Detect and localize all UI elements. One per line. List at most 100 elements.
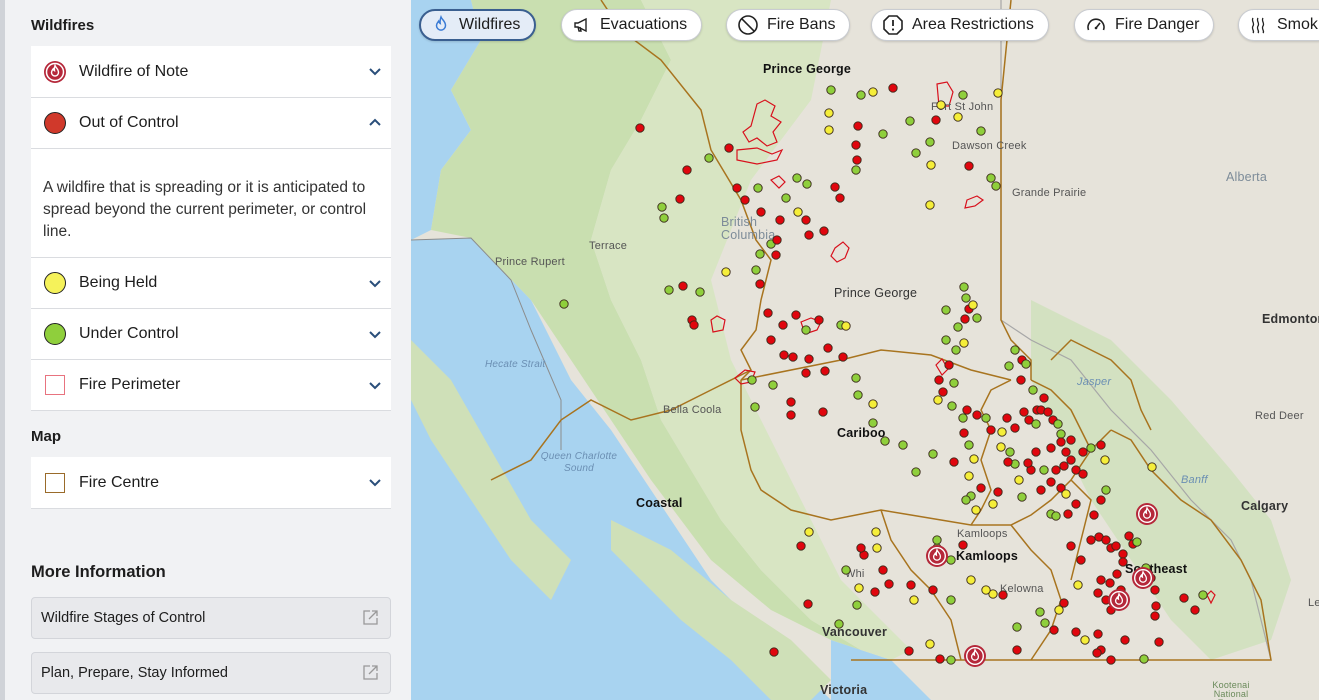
out-of-control-marker[interactable] — [962, 405, 972, 415]
being-held-marker[interactable] — [959, 338, 969, 348]
out-of-control-marker[interactable] — [756, 207, 766, 217]
being-held-marker[interactable] — [721, 267, 731, 277]
under-control-marker[interactable] — [972, 313, 982, 323]
being-held-marker[interactable] — [1080, 635, 1090, 645]
out-of-control-marker[interactable] — [958, 540, 968, 550]
out-of-control-marker[interactable] — [1112, 569, 1122, 579]
being-held-marker[interactable] — [1061, 489, 1071, 499]
being-held-marker[interactable] — [993, 88, 1003, 98]
out-of-control-marker[interactable] — [1056, 437, 1066, 447]
out-of-control-marker[interactable] — [1154, 637, 1164, 647]
being-held-marker[interactable] — [964, 471, 974, 481]
out-of-control-marker[interactable] — [906, 580, 916, 590]
being-held-marker[interactable] — [988, 499, 998, 509]
being-held-marker[interactable] — [1054, 605, 1064, 615]
out-of-control-marker[interactable] — [935, 654, 945, 664]
out-of-control-marker[interactable] — [852, 155, 862, 165]
out-of-control-marker[interactable] — [1096, 440, 1106, 450]
being-held-marker[interactable] — [936, 100, 946, 110]
out-of-control-marker[interactable] — [938, 387, 948, 397]
out-of-control-marker[interactable] — [904, 646, 914, 656]
pill-smoke[interactable]: Smok — [1238, 9, 1319, 41]
out-of-control-marker[interactable] — [851, 140, 861, 150]
out-of-control-marker[interactable] — [791, 310, 801, 320]
under-control-marker[interactable] — [755, 249, 765, 259]
under-control-marker[interactable] — [841, 565, 851, 575]
out-of-control-marker[interactable] — [1002, 413, 1012, 423]
out-of-control-marker[interactable] — [972, 410, 982, 420]
chevron-down-icon[interactable] — [367, 474, 383, 490]
under-control-marker[interactable] — [1053, 419, 1063, 429]
out-of-control-marker[interactable] — [1118, 549, 1128, 559]
out-of-control-marker[interactable] — [934, 375, 944, 385]
under-control-marker[interactable] — [781, 193, 791, 203]
out-of-control-marker[interactable] — [1150, 611, 1160, 621]
link-plan-prepare-stay-informed[interactable]: Plan, Prepare, Stay Informed — [31, 652, 391, 694]
out-of-control-marker[interactable] — [779, 350, 789, 360]
out-of-control-marker[interactable] — [944, 360, 954, 370]
out-of-control-marker[interactable] — [1066, 435, 1076, 445]
out-of-control-marker[interactable] — [635, 123, 645, 133]
wildfire-map[interactable]: Prince George Fort St John Dawson Creek … — [411, 0, 1319, 700]
out-of-control-marker[interactable] — [766, 335, 776, 345]
out-of-control-marker[interactable] — [1118, 557, 1128, 567]
under-control-marker[interactable] — [986, 173, 996, 183]
out-of-control-marker[interactable] — [1093, 629, 1103, 639]
out-of-control-marker[interactable] — [1101, 535, 1111, 545]
under-control-marker[interactable] — [1010, 345, 1020, 355]
wildfire-of-note-marker[interactable] — [1108, 589, 1130, 611]
being-held-marker[interactable] — [841, 321, 851, 331]
under-control-marker[interactable] — [834, 619, 844, 629]
out-of-control-marker[interactable] — [830, 182, 840, 192]
out-of-control-marker[interactable] — [778, 320, 788, 330]
under-control-marker[interactable] — [976, 126, 986, 136]
out-of-control-marker[interactable] — [888, 83, 898, 93]
out-of-control-marker[interactable] — [1076, 555, 1086, 565]
pill-fire-bans[interactable]: Fire Bans — [726, 9, 851, 41]
fire-markers-layer[interactable] — [411, 0, 1319, 700]
out-of-control-marker[interactable] — [1063, 509, 1073, 519]
out-of-control-marker[interactable] — [878, 565, 888, 575]
out-of-control-marker[interactable] — [959, 428, 969, 438]
being-held-marker[interactable] — [1100, 455, 1110, 465]
out-of-control-marker[interactable] — [838, 352, 848, 362]
under-control-marker[interactable] — [941, 305, 951, 315]
pill-area-restrictions[interactable]: Area Restrictions — [871, 9, 1049, 41]
chevron-down-icon[interactable] — [367, 63, 383, 79]
out-of-control-marker[interactable] — [1096, 495, 1106, 505]
being-held-marker[interactable] — [1014, 475, 1024, 485]
under-control-marker[interactable] — [1004, 361, 1014, 371]
legend-item-under-control[interactable]: Under Control — [31, 308, 391, 359]
out-of-control-marker[interactable] — [786, 397, 796, 407]
under-control-marker[interactable] — [928, 449, 938, 459]
under-control-marker[interactable] — [768, 380, 778, 390]
being-held-marker[interactable] — [997, 427, 1007, 437]
under-control-marker[interactable] — [801, 325, 811, 335]
out-of-control-marker[interactable] — [788, 352, 798, 362]
out-of-control-marker[interactable] — [675, 194, 685, 204]
out-of-control-marker[interactable] — [772, 235, 782, 245]
being-held-marker[interactable] — [804, 527, 814, 537]
under-control-marker[interactable] — [1132, 537, 1142, 547]
under-control-marker[interactable] — [695, 287, 705, 297]
out-of-control-marker[interactable] — [682, 165, 692, 175]
out-of-control-marker[interactable] — [1059, 461, 1069, 471]
legend-item-fire-perimeter[interactable]: Fire Perimeter — [31, 359, 391, 410]
under-control-marker[interactable] — [961, 293, 971, 303]
pill-evacuations[interactable]: Evacuations — [561, 9, 703, 41]
under-control-marker[interactable] — [753, 183, 763, 193]
under-control-marker[interactable] — [657, 202, 667, 212]
out-of-control-marker[interactable] — [1010, 423, 1020, 433]
out-of-control-marker[interactable] — [1071, 627, 1081, 637]
out-of-control-marker[interactable] — [1049, 625, 1059, 635]
under-control-marker[interactable] — [959, 282, 969, 292]
out-of-control-marker[interactable] — [804, 230, 814, 240]
out-of-control-marker[interactable] — [1043, 407, 1053, 417]
wildfire-of-note-marker[interactable] — [1136, 503, 1158, 525]
being-held-marker[interactable] — [969, 454, 979, 464]
out-of-control-marker[interactable] — [1066, 541, 1076, 551]
under-control-marker[interactable] — [947, 401, 957, 411]
out-of-control-marker[interactable] — [820, 366, 830, 376]
under-control-marker[interactable] — [802, 179, 812, 189]
out-of-control-marker[interactable] — [786, 410, 796, 420]
